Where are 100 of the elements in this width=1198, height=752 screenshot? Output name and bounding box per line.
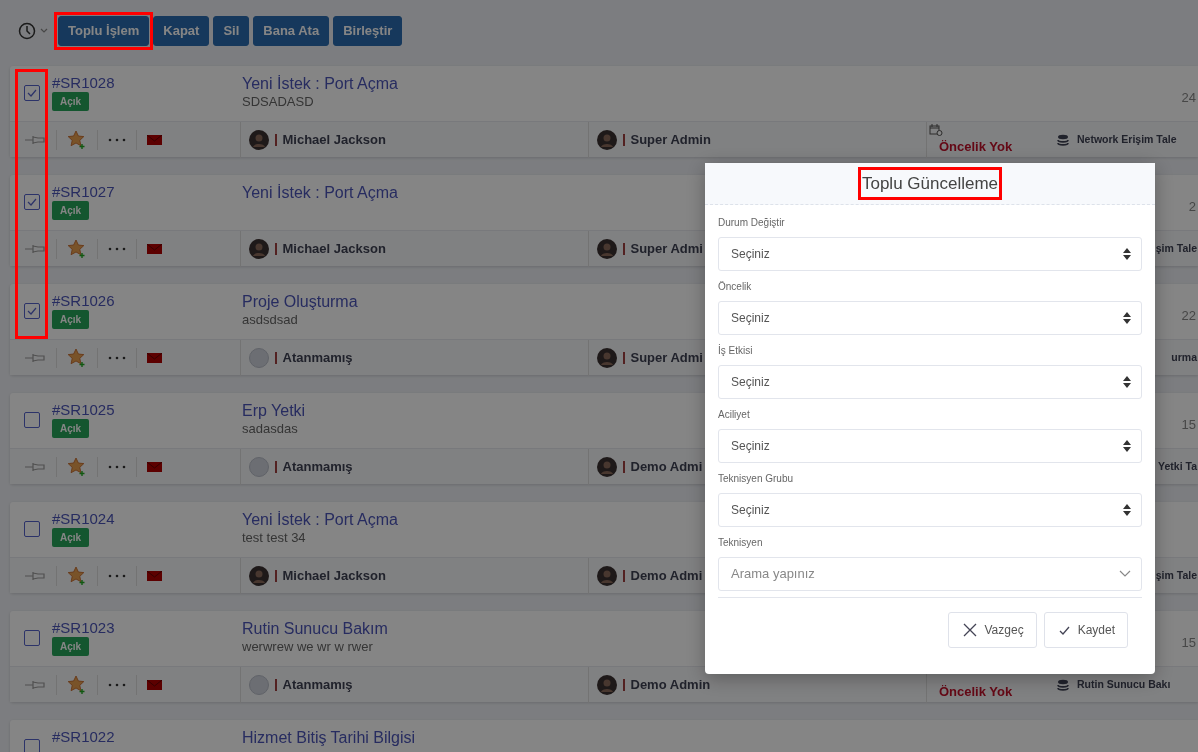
star-icon[interactable] (67, 456, 87, 477)
avatar-icon (597, 674, 617, 695)
check-icon (27, 198, 37, 206)
technician-name: Demo Admin (630, 675, 711, 694)
ticket-title[interactable]: Erp Yetki (242, 401, 306, 421)
select-field[interactable]: Seçiniz (718, 237, 1142, 271)
sort-icon (1123, 440, 1131, 452)
category-name: Yetki Ta (1158, 458, 1197, 474)
checkbox[interactable] (24, 521, 40, 537)
mail-icon[interactable] (147, 570, 162, 581)
more-icon[interactable] (108, 573, 126, 578)
sort-icon (1123, 504, 1131, 516)
select-field[interactable]: Seçiniz (718, 301, 1142, 335)
toolbar-button[interactable]: Toplu İşlem (58, 16, 150, 46)
sort-icon (1123, 312, 1131, 324)
assignee-name: Atanmamış (282, 348, 353, 367)
toolbar-button[interactable]: Birleştir (333, 16, 403, 46)
history-icon[interactable] (18, 22, 36, 40)
dialog-title: Toplu Güncelleme (861, 172, 999, 195)
select-field[interactable]: Seçiniz (718, 429, 1142, 463)
ticket-title[interactable]: Yeni İstek : Port Açma (242, 74, 398, 94)
toolbar-button[interactable]: Kapat (153, 16, 210, 46)
technician-name: Demo Admi (630, 457, 703, 476)
ticket-id[interactable]: #SR1023 (52, 619, 242, 637)
category-name: Rutin Sunucu Bakı (1077, 676, 1171, 692)
ticket-id[interactable]: #SR1022 (52, 728, 242, 746)
ticket-date: 15 (1181, 416, 1196, 434)
pin-icon[interactable] (24, 351, 46, 364)
checkbox[interactable] (24, 630, 40, 646)
ticket-title[interactable]: Hizmet Bitiş Tarihi Bilgisi (242, 728, 416, 748)
ticket-title[interactable]: Yeni İstek : Port Açma (242, 510, 398, 530)
field-label: Aciliyet (718, 409, 751, 421)
technician-name: Super Admin (630, 130, 711, 149)
sort-icon (1123, 376, 1131, 388)
sort-icon (1123, 248, 1131, 260)
ticket-id[interactable]: #SR1024 (52, 510, 242, 528)
mail-icon[interactable] (147, 243, 162, 254)
select-field[interactable]: Seçiniz (718, 365, 1142, 399)
pin-icon[interactable] (24, 569, 46, 582)
ticket-title[interactable]: Yeni İstek : Port Açma (242, 183, 398, 203)
status-badge: Açık (52, 201, 90, 220)
close-icon (962, 623, 977, 637)
more-icon[interactable] (108, 137, 126, 142)
star-icon[interactable] (67, 674, 87, 695)
field-label: İş Etkisi (718, 345, 754, 357)
assignee-name: Michael Jackson (282, 566, 386, 585)
more-icon[interactable] (108, 682, 126, 687)
avatar-icon (597, 347, 617, 368)
toolbar-button[interactable]: Bana Ata (253, 16, 330, 46)
mail-icon[interactable] (147, 461, 162, 472)
dialog-button[interactable]: Vazgeç (947, 612, 1037, 648)
pin-icon[interactable] (24, 678, 46, 691)
category-name: Network Erişim Tale (1077, 131, 1177, 147)
ticket-id[interactable]: #SR1025 (52, 401, 242, 419)
avatar-icon (597, 565, 617, 586)
star-icon[interactable] (67, 129, 87, 150)
mail-icon[interactable] (147, 679, 162, 690)
ticket-title[interactable]: Rutin Sunucu Bakım (242, 619, 388, 639)
stack-icon (1057, 133, 1069, 146)
mail-icon[interactable] (147, 134, 162, 145)
ticket-id[interactable]: #SR1026 (52, 292, 242, 310)
checkbox[interactable] (24, 303, 40, 319)
field-label: Durum Değiştir (718, 217, 786, 229)
checkbox[interactable] (24, 194, 40, 210)
star-icon[interactable] (67, 565, 87, 586)
assignee-name: Atanmamış (282, 457, 353, 476)
search-select[interactable]: Arama yapınız (718, 557, 1142, 591)
checkbox[interactable] (24, 85, 40, 101)
ticket-id[interactable]: #SR1028 (52, 74, 242, 92)
mail-icon[interactable] (147, 352, 162, 363)
more-icon[interactable] (108, 464, 126, 469)
ticket-title[interactable]: Proje Oluşturma (242, 292, 358, 312)
ticket-description: asdsdsad (242, 312, 299, 327)
star-icon[interactable] (67, 238, 87, 259)
ticket-id[interactable]: #SR1027 (52, 183, 242, 201)
dialog-button[interactable]: Kaydet (1043, 612, 1128, 648)
technician-name: Super Admi (630, 348, 703, 367)
ticket-date: 24 (1181, 89, 1196, 107)
check-icon (27, 89, 37, 97)
toolbar-button[interactable]: Sil (213, 16, 250, 46)
priority-label: Öncelik Yok (939, 683, 1014, 699)
checkbox[interactable] (24, 412, 40, 428)
priority-label: Öncelik Yok (939, 138, 1014, 154)
pin-icon[interactable] (24, 242, 46, 255)
status-badge: Açık (52, 310, 90, 329)
technician-name: Demo Admi (630, 566, 703, 585)
category-name: şim Tale (1155, 567, 1197, 583)
field-label: Öncelik (718, 281, 753, 293)
avatar-icon (597, 129, 617, 150)
select-field[interactable]: Seçiniz (718, 493, 1142, 527)
pin-icon[interactable] (24, 460, 46, 473)
checkbox[interactable] (24, 739, 40, 752)
more-icon[interactable] (108, 355, 126, 360)
ticket-description: SDSADASD (242, 94, 315, 109)
more-icon[interactable] (108, 246, 126, 251)
pin-icon[interactable] (24, 133, 46, 146)
check-icon (27, 307, 37, 315)
caret-icon[interactable] (40, 28, 48, 34)
ticket-date: 15 (1181, 634, 1196, 652)
star-icon[interactable] (67, 347, 87, 368)
